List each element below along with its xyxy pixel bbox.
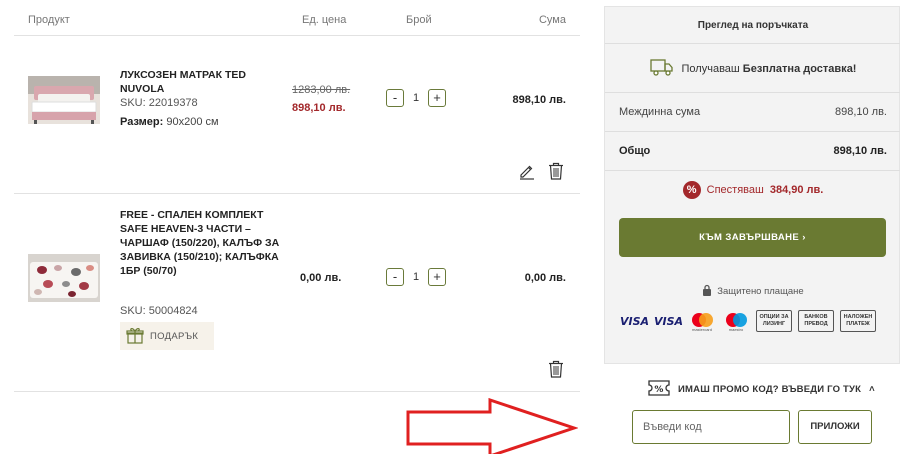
old-price: 1283,00 лв. (292, 84, 351, 96)
size-label: Размер: (120, 116, 164, 128)
gift-icon (126, 326, 144, 347)
size-value: 90х200 см (166, 116, 219, 128)
quantity-stepper: - 1 + (386, 268, 446, 286)
quantity-decrease-button[interactable]: - (386, 89, 404, 107)
subtotal-label: Междинна сума (619, 106, 701, 118)
free-delivery-notice: Получаваш Безплатна доставка! (605, 45, 900, 93)
column-header-sum: Сума (538, 14, 566, 26)
column-header-product: Продукт (28, 14, 70, 26)
maestro-icon: maestro (722, 311, 750, 332)
product-image-mattress[interactable] (28, 76, 100, 124)
svg-text:%: % (654, 385, 663, 395)
unit-price: 0,00 лв. (300, 272, 342, 284)
product-name[interactable]: FREE - СПАЛЕН КОМПЛЕКТ SAFE HEAVEN-3 ЧАС… (120, 208, 280, 278)
secure-label: Защитено плащане (717, 286, 804, 297)
quantity-value[interactable]: 1 (404, 92, 428, 104)
product-image-bedding[interactable] (28, 254, 100, 302)
checkout-button[interactable]: КЪМ ЗАВЪРШВАНЕ › (619, 218, 886, 257)
delivery-bold: Безплатна доставка! (742, 62, 857, 75)
coupon-icon: % (648, 380, 670, 399)
secure-payment-notice: Защитено плащане (605, 284, 900, 299)
promo-code-toggle[interactable]: % ИМАШ ПРОМО КОД? ВЪВЕДИ ГО ТУК ˄ (648, 380, 875, 399)
bank-transfer-icon: БАНКОВ ПРЕВОД (798, 310, 834, 332)
cart-row-mattress: ЛУКСОЗЕН МАТРАК TED NUVOLA SKU: 22019378… (14, 36, 580, 194)
quantity-value[interactable]: 1 (404, 271, 428, 283)
total-label: Общо (619, 145, 651, 157)
chevron-up-icon: ˄ (869, 384, 875, 395)
quantity-stepper: - 1 + (386, 89, 446, 107)
mastercard-icon: mastercard (688, 311, 716, 332)
savings-value: 384,90 лв. (769, 184, 824, 196)
red-arrow-annotation (406, 397, 579, 454)
cash-on-delivery-icon: НАЛОЖЕН ПЛАТЕЖ (840, 310, 876, 332)
checkout-label: КЪМ ЗАВЪРШВАНЕ (699, 232, 800, 243)
cart-table-header: Продукт Ед. цена Брой Сума (14, 0, 580, 36)
savings-prefix: Спестяваш (706, 184, 764, 196)
chevron-right-icon: › (802, 232, 806, 243)
truck-icon (649, 58, 674, 79)
payment-methods: VISA VISA mastercard maestro ОПЦИИ ЗА ЛИ… (620, 309, 888, 333)
product-sku: SKU: 50004824 (120, 305, 198, 317)
total-value: 898,10 лв. (833, 145, 887, 157)
delivery-prefix: Получаваш (681, 62, 740, 75)
trash-icon[interactable] (548, 360, 564, 378)
sale-price: 898,10 лв. (292, 102, 346, 114)
quantity-decrease-button[interactable]: - (386, 268, 404, 286)
row-sum: 0,00 лв. (524, 272, 566, 284)
promo-toggle-label: ИМАШ ПРОМО КОД? ВЪВЕДИ ГО ТУК (678, 384, 862, 395)
pencil-icon[interactable] (518, 162, 536, 180)
mastercard-caption: mastercard (691, 327, 712, 332)
product-size: Размер: 90х200 см (120, 116, 219, 128)
total-row: Общо 898,10 лв. (605, 133, 900, 171)
delivery-text: Получаваш Безплатна доставка! (682, 63, 857, 75)
promo-code-input[interactable] (632, 410, 790, 444)
visa-icon: VISA (620, 314, 650, 328)
summary-title: Преглед на поръчката (605, 7, 900, 44)
cart-row-bedding: FREE - СПАЛЕН КОМПЛЕКТ SAFE HEAVEN-3 ЧАС… (14, 194, 580, 392)
row-sum: 898,10 лв. (512, 94, 566, 106)
product-name[interactable]: ЛУКСОЗЕН МАТРАК TED NUVOLA (120, 68, 270, 96)
product-sku: SKU: 22019378 (120, 97, 198, 109)
gift-badge: ПОДАРЪК (120, 322, 214, 350)
savings-notice: % Спестяваш 384,90 лв. (605, 181, 900, 199)
trash-icon[interactable] (548, 162, 564, 180)
leasing-option-icon: ОПЦИИ ЗА ЛИЗИНГ (756, 310, 792, 332)
subtotal-value: 898,10 лв. (834, 106, 887, 118)
visa-icon: VISA (654, 314, 684, 328)
gift-label: ПОДАРЪК (150, 330, 199, 342)
order-summary-panel: Преглед на поръчката Получаваш Безплатна… (604, 6, 900, 364)
quantity-increase-button[interactable]: + (428, 89, 446, 107)
subtotal-row: Междинна сума 898,10 лв. (605, 94, 900, 132)
maestro-caption: maestro (728, 327, 744, 332)
column-header-quantity: Брой (406, 14, 432, 26)
apply-promo-button[interactable]: ПРИЛОЖИ (798, 410, 872, 444)
lock-icon (702, 284, 712, 299)
column-header-unit-price: Ед. цена (302, 14, 347, 26)
percent-icon: % (682, 181, 701, 199)
quantity-increase-button[interactable]: + (428, 268, 446, 286)
